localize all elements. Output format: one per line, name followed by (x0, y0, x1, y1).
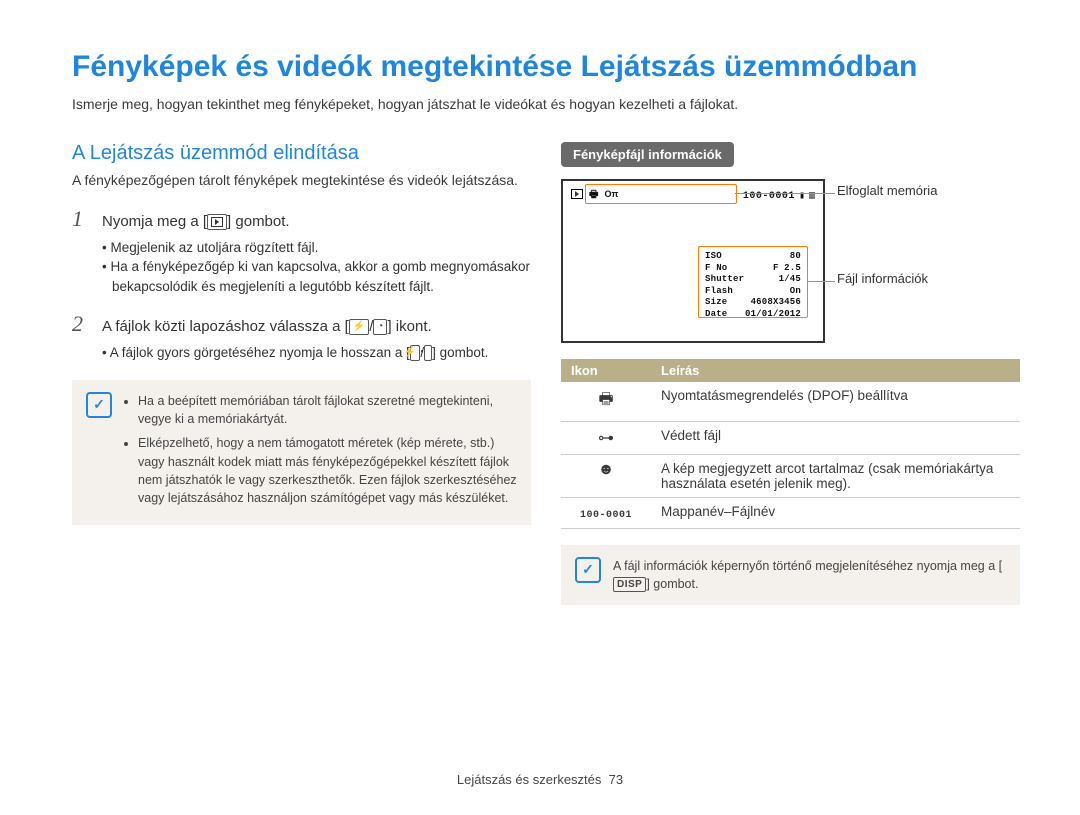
intro-text: Ismerje meg, hogyan tekinthet meg fényké… (72, 96, 1020, 112)
protected-key-icon: ⊶ (598, 430, 614, 447)
note-box: ✓ Ha a beépített memóriában tárolt fájlo… (72, 380, 531, 525)
flash-icon: ⚡ (349, 319, 369, 335)
step-1-text: Nyomja meg a [ ] gombot. (102, 213, 290, 230)
table-row: ⊶ Védett fájl (561, 422, 1020, 455)
note-box: ✓ A fájl információk képernyőn történő m… (561, 545, 1020, 605)
camera-screen-preview: 🖶 Oπ 100-0001▮▥ ISO80 F NoF 2.5 Shutter1… (561, 179, 825, 343)
print-icon: 🖶 (598, 391, 613, 408)
folder-file-code: 100-0001 (580, 510, 632, 521)
info-pill: Fényképfájl információk (561, 142, 734, 167)
note-item: Elképzelhető, hogy a nem támogatott mére… (138, 434, 517, 507)
callout-line (808, 281, 835, 282)
table-cell-desc: A kép megjegyzett arcot tartalmaz (csak … (651, 455, 1020, 498)
playback-button-icon (207, 214, 227, 230)
step-2-pre: A fájlok közti lapozáshoz válassza a [ (102, 318, 349, 335)
highlight-info-panel: ISO80 F NoF 2.5 Shutter1/45 FlashOn Size… (698, 246, 808, 318)
icon-description-table: Ikon Leírás 🖶 Nyomtatásmegrendelés (DPOF… (561, 359, 1020, 529)
timer-icon: ◔ (373, 319, 387, 335)
table-cell-desc: Mappanév–Fájlnév (651, 498, 1020, 529)
note-icon: ✓ (86, 392, 112, 418)
note-item: Ha a beépített memóriában tárolt fájloka… (138, 392, 517, 428)
table-header-desc: Leírás (651, 359, 1020, 382)
page-title: Fényképek és videók megtekintése Lejátsz… (72, 50, 1020, 84)
section-heading: A Lejátszás üzemmód elindítása (72, 142, 531, 165)
step-1-pre: Nyomja meg a [ (102, 213, 207, 230)
disp-button-icon: DISP (613, 577, 646, 592)
step-2-post: ] ikont. (387, 318, 431, 335)
table-row: 100-0001 Mappanév–Fájlnév (561, 498, 1020, 529)
table-row: ☻ A kép megjegyzett arcot tartalmaz (csa… (561, 455, 1020, 498)
callout-label-memory: Elfoglalt memória (837, 183, 937, 198)
page-footer: Lejátszás és szerkesztés 73 (0, 772, 1080, 787)
callout-label-fileinfo: Fájl információk (837, 271, 928, 286)
step-1-sub-1: • Megjelenik az utoljára rögzített fájl. (102, 238, 531, 258)
table-header-icon: Ikon (561, 359, 651, 382)
note-text: A fájl információk képernyőn történő meg… (613, 557, 1006, 593)
note-icon: ✓ (575, 557, 601, 583)
table-cell-desc: Védett fájl (651, 422, 1020, 455)
table-row: 🖶 Nyomtatásmegrendelés (DPOF) beállítva (561, 382, 1020, 422)
table-cell-desc: Nyomtatásmegrendelés (DPOF) beállítva (651, 382, 1020, 422)
step-1-sub-2: • Ha a fényképezőgép ki van kapcsolva, a… (102, 257, 531, 296)
step-number: 2 (72, 311, 92, 337)
face-tag-icon: ☻ (598, 461, 615, 478)
step-number: 1 (72, 206, 92, 232)
step-2-text: A fájlok közti lapozáshoz válassza a [⚡/… (102, 318, 432, 335)
section-paragraph: A fényképezőgépen tárolt fényképek megte… (72, 171, 531, 190)
highlight-top (585, 184, 737, 204)
step-2-sub: • A fájlok gyors görgetéséhez nyomja le … (102, 343, 531, 363)
callout-line (735, 193, 835, 194)
step-1-post: ] gombot. (227, 213, 290, 230)
timer-icon: ◔ (424, 345, 432, 361)
